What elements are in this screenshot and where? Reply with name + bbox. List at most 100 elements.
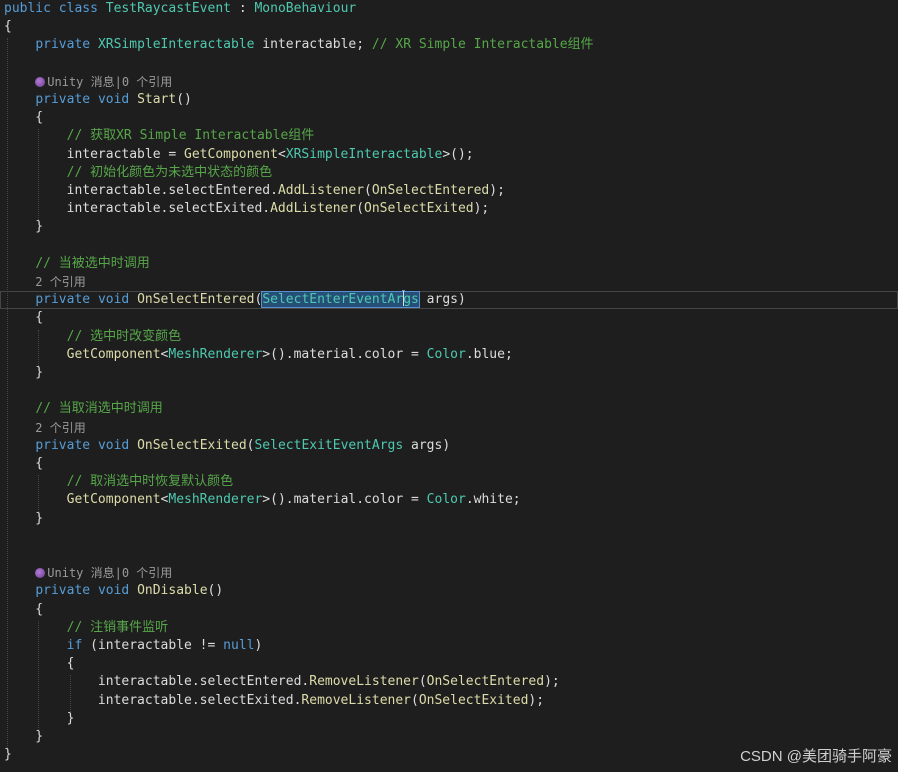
code-line[interactable]: } (4, 510, 43, 528)
token: } (4, 365, 44, 380)
code-line[interactable]: // 当取消选中时调用 (4, 400, 163, 418)
codelens-text: Unity 消息|0 个引用 (47, 74, 173, 89)
code-line[interactable]: public class TestRaycastEvent : MonoBeha… (4, 0, 356, 18)
code-line[interactable]: // 初始化颜色为未选中状态的颜色 (4, 164, 272, 182)
code-line[interactable]: { (4, 309, 43, 327)
codelens-text: Unity 消息|0 个引用 (47, 566, 173, 581)
code-line[interactable]: // 当被选中时调用 (4, 255, 149, 273)
token: ) (254, 638, 263, 653)
indent-guide (69, 675, 71, 712)
token: { (4, 456, 44, 471)
token: >().material.color = (262, 346, 427, 362)
token-type: SelectExitEventArgs (254, 437, 404, 453)
token: ); (473, 201, 490, 217)
code-line[interactable]: } (4, 728, 43, 746)
token-keyword: void (97, 583, 130, 599)
token-comment: // 获取XR Simple Interactable组件 (66, 128, 315, 144)
codelens-text: 2 个引用 (35, 275, 86, 289)
token: .white; (465, 492, 521, 508)
token: ( (411, 692, 419, 708)
token-comment: // 当取消选中时调用 (35, 401, 163, 417)
code-line[interactable]: { (4, 18, 12, 36)
token: < (277, 146, 286, 162)
code-line[interactable]: interactable = GetComponent<XRSimpleInte… (4, 146, 474, 164)
token-type: MonoBehaviour (254, 1, 357, 16)
token-type: MeshRenderer (168, 492, 263, 508)
code-line[interactable]: interactable.selectExited.RemoveListener… (4, 692, 544, 710)
code-line[interactable]: { (4, 601, 43, 619)
code-line[interactable]: // 获取XR Simple Interactable组件 (4, 127, 315, 145)
code-line[interactable]: } (4, 218, 43, 236)
code-line[interactable]: GetComponent<MeshRenderer>().material.co… (4, 346, 513, 364)
code-line[interactable]: GetComponent<MeshRenderer>().material.co… (4, 491, 521, 509)
token: ); (544, 674, 560, 690)
code-line[interactable]: private void Start() (4, 91, 192, 109)
token: interactable.selectEntered. (4, 674, 310, 690)
token-method: OnSelectExited (418, 692, 529, 708)
code-line[interactable]: private void OnSelectEntered(SelectEnter… (4, 291, 466, 309)
watermark: CSDN @美团骑手阿豪 (740, 748, 892, 765)
token: ( (418, 674, 427, 690)
token: } (4, 729, 44, 744)
code-line[interactable]: // 选中时改变颜色 (4, 328, 181, 346)
code-line[interactable]: } (4, 364, 43, 382)
token-method: GetComponent (184, 146, 278, 162)
code-editor[interactable]: public class TestRaycastEvent : MonoBeha… (0, 0, 898, 772)
indent-guide (38, 329, 40, 366)
token-comment: // 取消选中时恢复默认颜色 (66, 474, 234, 490)
code-line[interactable]: private XRSimpleInteractable interactabl… (4, 36, 593, 54)
code-line[interactable]: interactable.selectExited.AddListener(On… (4, 200, 490, 218)
token-keyword: null (223, 638, 255, 653)
token: interactable.selectExited. (4, 692, 302, 708)
token-method: AddListener (270, 201, 357, 217)
token-keyword: class (58, 1, 98, 16)
token: () (176, 92, 192, 107)
code-line[interactable]: } (4, 746, 12, 764)
code-line[interactable]: interactable.selectEntered.RemoveListene… (4, 673, 560, 691)
token: args) (403, 437, 451, 453)
token: >(); (442, 146, 474, 162)
token: interactable; (254, 37, 372, 53)
code-line[interactable]: if (interactable != null) (4, 637, 263, 655)
token-comment: // 选中时改变颜色 (66, 328, 182, 344)
token: { (4, 601, 44, 617)
code-line[interactable]: private void OnDisable() (4, 582, 223, 600)
token-method: RemoveListener (301, 692, 411, 708)
token: () (207, 583, 224, 599)
token-keyword: private (35, 437, 91, 453)
token-method: OnSelectEntered (137, 292, 255, 308)
token-method: OnSelectEntered (426, 674, 545, 690)
token: } (4, 219, 44, 235)
code-line[interactable]: // 注销事件监听 (4, 619, 168, 637)
codelens-references[interactable]: Unity 消息|0 个引用 (35, 74, 172, 90)
token-method: OnDisable (137, 583, 208, 599)
token-type: Color (426, 346, 466, 362)
code-line[interactable]: { (4, 109, 43, 127)
codelens-references[interactable]: 2 个引用 (35, 274, 85, 290)
token-type: XRSimpleInteractable (97, 37, 255, 53)
indent-guide (38, 620, 40, 730)
codelens-references[interactable]: Unity 消息|0 个引用 (35, 565, 172, 581)
token: interactable.selectExited. (4, 201, 271, 217)
codelens-references[interactable]: 2 个引用 (35, 420, 85, 436)
token: interactable = (4, 146, 185, 162)
token-method: RemoveListener (309, 674, 419, 690)
code-line[interactable]: private void OnSelectExited(SelectExitEv… (4, 437, 450, 455)
token-keyword: private (35, 292, 91, 308)
code-line[interactable]: interactable.selectEntered.AddListener(O… (4, 182, 505, 200)
code-line[interactable]: { (4, 455, 43, 473)
